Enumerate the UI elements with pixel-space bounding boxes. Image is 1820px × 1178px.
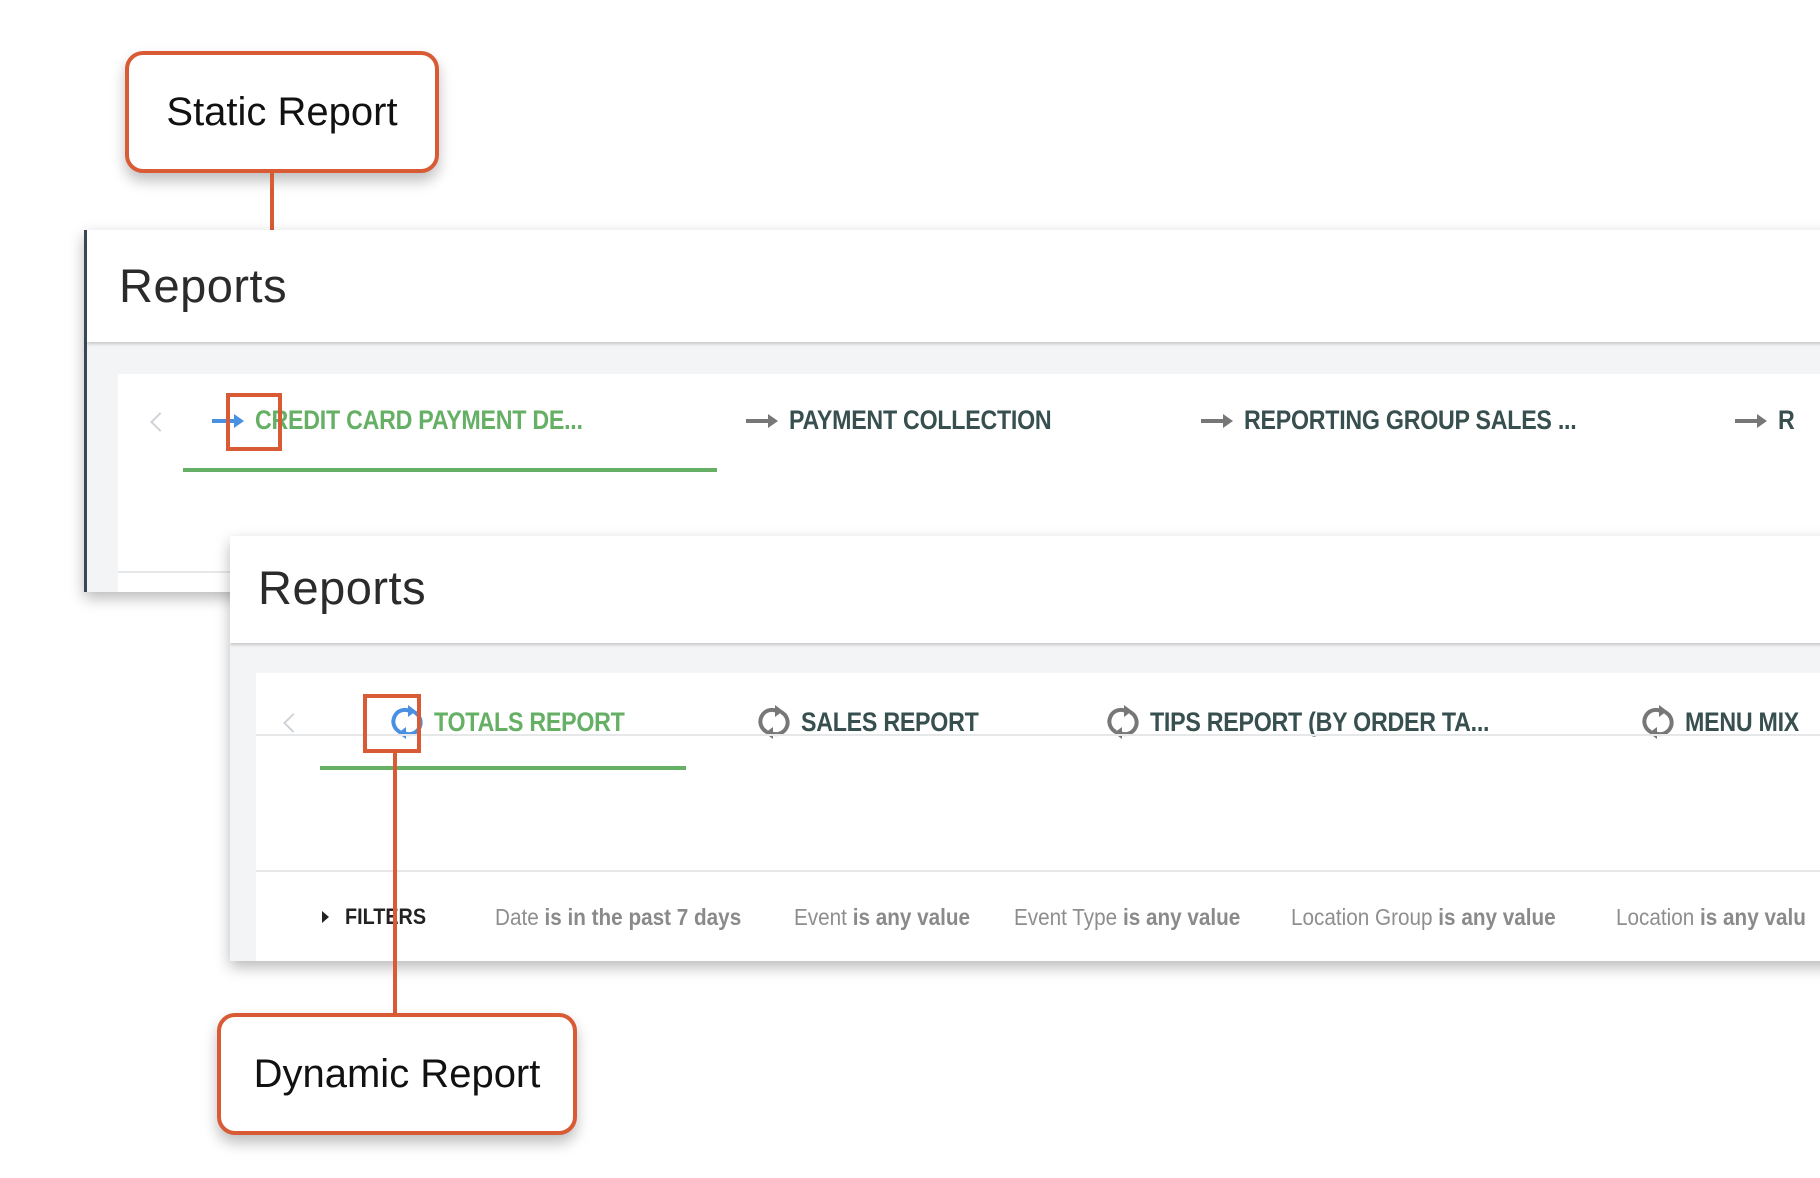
tab-label: TOTALS REPORT [434, 706, 625, 737]
filter-event[interactable]: Event is any value [794, 904, 970, 931]
filter-condition: is any valu [1700, 903, 1806, 930]
arrow-right-icon [743, 400, 781, 440]
filter-condition: is in the past 7 days [544, 903, 742, 930]
filters-label: FILTERS [345, 904, 427, 929]
arrow-right-icon [1732, 400, 1770, 440]
filters-bar: FILTERS Date is in the past 7 days Event… [256, 872, 1820, 961]
tab-label: TIPS REPORT (BY ORDER TA... [1150, 706, 1490, 737]
tab-sales-report[interactable]: SALES REPORT [755, 702, 1007, 742]
tab-totals-report[interactable]: TOTALS REPORT [388, 702, 656, 742]
static-report-callout: Static Report [125, 51, 439, 173]
filter-date[interactable]: Date is in the past 7 days [495, 904, 741, 931]
card-divider [256, 734, 1820, 736]
filter-condition: is any value [1122, 903, 1241, 930]
static-icon-highlight [226, 393, 282, 451]
chevron-left-icon[interactable] [283, 713, 303, 733]
filter-condition: is any value [852, 903, 971, 930]
active-tab-indicator [320, 766, 686, 770]
filter-field: Location [1616, 903, 1695, 930]
tab-label: R [1778, 404, 1795, 435]
filter-condition: is any value [1438, 903, 1556, 930]
dynamic-report-callout-label: Dynamic Report [253, 1051, 541, 1096]
filter-location-group[interactable]: Location Group is any value [1291, 904, 1556, 931]
refresh-icon [755, 702, 793, 742]
tab-reporting-group-sales[interactable]: REPORTING GROUP SALES ... [1198, 400, 1631, 440]
panel-header: Reports [87, 230, 1820, 342]
filters-toggle[interactable]: FILTERS [322, 904, 435, 930]
refresh-icon [1104, 702, 1142, 742]
filter-location[interactable]: Location is any valu [1616, 904, 1806, 931]
tab-label: PAYMENT COLLECTION [789, 404, 1052, 435]
chevron-left-icon[interactable] [150, 412, 170, 432]
tab-label: SALES REPORT [801, 706, 979, 737]
caret-right-icon [322, 911, 329, 923]
refresh-icon [1639, 702, 1677, 742]
static-report-callout-label: Static Report [166, 89, 398, 134]
page-title: Reports [258, 561, 427, 614]
dynamic-icon-highlight [363, 694, 421, 753]
arrow-right-icon [1198, 400, 1236, 440]
tab-menu-mix[interactable]: MENU MIX [1639, 702, 1818, 742]
tab-r-truncated[interactable]: R [1732, 400, 1797, 440]
filter-field: Event [794, 903, 847, 930]
tab-label: CREDIT CARD PAYMENT DE... [255, 404, 583, 435]
filter-field: Location Group [1291, 903, 1433, 930]
tab-label: MENU MIX [1685, 706, 1800, 737]
tab-label: REPORTING GROUP SALES ... [1244, 404, 1577, 435]
filter-field: Event Type [1014, 903, 1118, 930]
dynamic-reports-panel: Reports TOTALS REPORT SALES REPORT TIPS … [230, 536, 1820, 961]
tab-payment-collection[interactable]: PAYMENT COLLECTION [743, 400, 1094, 440]
panel-header: Reports [230, 536, 1820, 643]
dynamic-report-callout: Dynamic Report [217, 1013, 577, 1135]
filter-field: Date [495, 903, 539, 930]
active-tab-indicator [183, 468, 717, 472]
dynamic-callout-connector [393, 752, 397, 1014]
report-tabs-card: TOTALS REPORT SALES REPORT TIPS REPORT (… [256, 673, 1820, 961]
tab-tips-report[interactable]: TIPS REPORT (BY ORDER TA... [1104, 702, 1544, 742]
filter-event-type[interactable]: Event Type is any value [1014, 904, 1240, 931]
page-title: Reports [119, 259, 288, 312]
